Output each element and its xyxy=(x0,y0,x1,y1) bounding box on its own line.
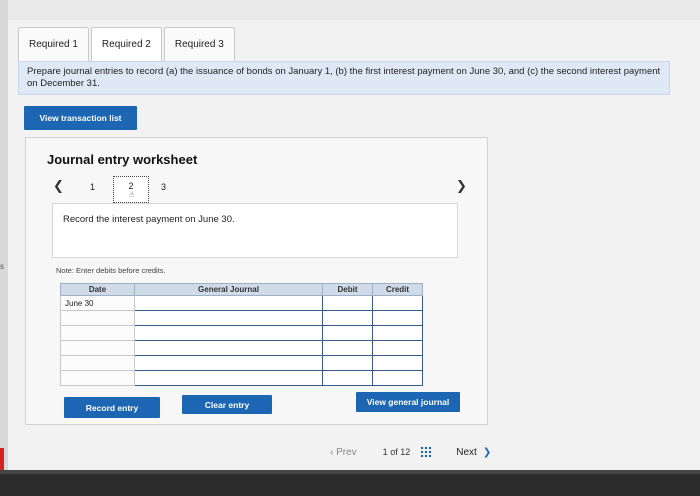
clear-entry-button[interactable]: Clear entry xyxy=(182,395,272,414)
worksheet-title: Journal entry worksheet xyxy=(47,152,198,167)
date-cell xyxy=(60,370,135,386)
prev-label: Prev xyxy=(336,446,357,458)
page-of: of xyxy=(390,447,398,457)
debit-input[interactable] xyxy=(322,370,373,386)
account-input[interactable] xyxy=(134,310,323,326)
header-date: Date xyxy=(60,283,135,296)
header-general-journal: General Journal xyxy=(134,283,323,296)
hand-cursor-icon: ☝ xyxy=(129,190,134,199)
page-total: 12 xyxy=(400,447,411,457)
journal-entry-worksheet: Journal entry worksheet ❮ 1 2 ☝ 3 ❯ Reco… xyxy=(25,137,488,425)
step-description: Record the interest payment on June 30. xyxy=(52,203,458,258)
instructions-text: Prepare journal entries to record (a) th… xyxy=(18,61,670,95)
left-strip xyxy=(0,0,8,470)
chevron-left-icon[interactable]: ❮ xyxy=(53,178,64,194)
account-input[interactable] xyxy=(134,295,323,311)
date-cell xyxy=(60,355,135,371)
account-input[interactable] xyxy=(134,340,323,356)
chevron-right-icon[interactable]: ❯ xyxy=(456,178,467,194)
side-mark: s xyxy=(0,262,4,271)
top-band xyxy=(0,0,700,20)
debit-input[interactable] xyxy=(322,340,373,356)
journal-table: Date General Journal Debit Credit June 3… xyxy=(60,283,423,386)
debit-input[interactable] xyxy=(322,295,373,311)
credit-input[interactable] xyxy=(372,295,423,311)
header-credit: Credit xyxy=(372,283,423,296)
red-indicator xyxy=(0,448,4,470)
tab-required-3[interactable]: Required 3 xyxy=(163,27,235,61)
step-description-text: Record the interest payment on June 30. xyxy=(63,214,235,225)
debit-input[interactable] xyxy=(322,325,373,341)
credit-input[interactable] xyxy=(372,355,423,371)
table-row: June 30 xyxy=(60,295,423,311)
date-cell xyxy=(60,340,135,356)
next-button[interactable]: Next ❯ xyxy=(456,447,491,458)
credit-input[interactable] xyxy=(372,370,423,386)
record-entry-button[interactable]: Record entry xyxy=(64,397,160,418)
pagination: ‹ Prev 1 of 12 Next ❯ xyxy=(330,446,491,458)
page-indicator: 1 of 12 xyxy=(383,447,411,457)
table-row xyxy=(60,370,423,386)
view-general-journal-button[interactable]: View general journal xyxy=(356,392,460,412)
table-row xyxy=(60,310,423,326)
chevron-right-icon: ❯ xyxy=(482,446,492,458)
debits-note: Note: Enter debits before credits. xyxy=(56,266,166,275)
next-label: Next xyxy=(456,446,477,458)
account-input[interactable] xyxy=(134,355,323,371)
credit-input[interactable] xyxy=(372,325,423,341)
debit-input[interactable] xyxy=(322,310,373,326)
table-row xyxy=(60,325,423,341)
table-row xyxy=(60,355,423,371)
date-cell xyxy=(60,310,135,326)
question-grid-icon[interactable] xyxy=(420,446,433,458)
credit-input[interactable] xyxy=(372,310,423,326)
date-cell: June 30 xyxy=(60,295,135,311)
credit-input[interactable] xyxy=(372,340,423,356)
bottom-bar xyxy=(0,470,700,496)
table-row xyxy=(60,340,423,356)
step-1[interactable]: 1 xyxy=(90,182,95,192)
step-2-current[interactable]: 2 ☝ xyxy=(113,176,149,203)
date-cell xyxy=(60,325,135,341)
step-3[interactable]: 3 xyxy=(161,182,166,192)
tab-required-2[interactable]: Required 2 xyxy=(90,27,162,61)
account-input[interactable] xyxy=(134,325,323,341)
debit-input[interactable] xyxy=(322,355,373,371)
page-current: 1 xyxy=(382,447,388,457)
prev-button[interactable]: ‹ Prev xyxy=(330,447,357,458)
required-tabs: Required 1 Required 2 Required 3 xyxy=(18,27,237,61)
tab-required-1[interactable]: Required 1 xyxy=(18,27,89,61)
account-input[interactable] xyxy=(134,370,323,386)
header-debit: Debit xyxy=(322,283,373,296)
view-transaction-list-button[interactable]: View transaction list xyxy=(24,106,137,130)
